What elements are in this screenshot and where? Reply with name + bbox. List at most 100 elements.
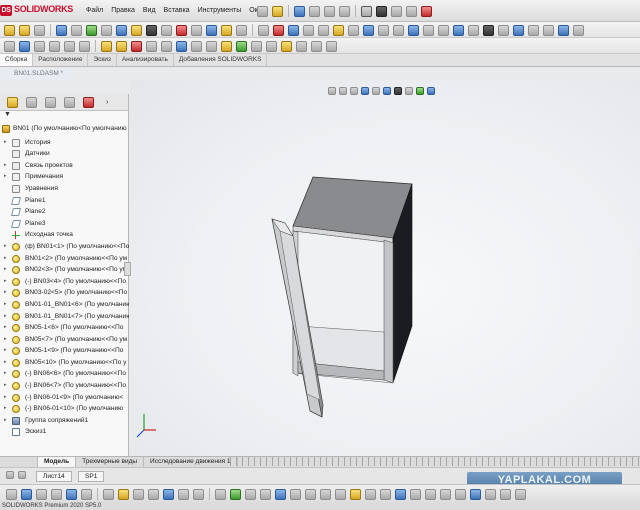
linear-pattern-icon[interactable]	[56, 24, 67, 36]
menu-insert[interactable]: Вставка	[164, 7, 190, 14]
reference-geometry-icon[interactable]	[131, 24, 142, 36]
hatch-icon[interactable]	[350, 488, 361, 500]
wire-icon[interactable]	[6, 488, 17, 500]
mass-properties-icon[interactable]	[318, 24, 329, 36]
print-icon[interactable]	[309, 5, 320, 17]
tree-item[interactable]: ▸ BN05<10> (По умолчанию<<По у	[0, 357, 129, 369]
view-orientation-icon[interactable]	[408, 24, 419, 36]
dimension-icon[interactable]	[215, 488, 226, 500]
sweep-icon[interactable]	[236, 40, 247, 52]
move-component-icon[interactable]	[86, 24, 97, 36]
support-icon[interactable]	[193, 488, 204, 500]
expand-arrow-icon[interactable]: ▸	[4, 368, 7, 380]
pin-icon[interactable]	[421, 5, 432, 17]
wrap-icon[interactable]	[281, 40, 292, 52]
solidworks-logo[interactable]: DS SOLIDWORKS	[0, 4, 73, 16]
document-tab[interactable]: BN01.SLDASM *	[0, 68, 72, 80]
expand-arrow-icon[interactable]: ▸	[4, 357, 7, 369]
rectangle-icon[interactable]	[49, 40, 60, 52]
mate-icon[interactable]	[34, 24, 45, 36]
tree-item[interactable]: ▸ (-) BN06<6> (По умолчанию<<По	[0, 368, 129, 380]
fitting-icon[interactable]	[81, 488, 92, 500]
tree-item[interactable]: ▸ BN01-01_BN01<6> (По умолчанию	[0, 299, 129, 311]
dome-icon[interactable]	[296, 40, 307, 52]
expand-arrow-icon[interactable]: ▸	[4, 380, 7, 392]
appearance-icon[interactable]	[363, 24, 374, 36]
note-icon[interactable]	[230, 488, 241, 500]
rebuild-icon[interactable]	[376, 5, 387, 17]
tree-item[interactable]: ▸ (-) BN03<4> (По умолчанию<<По	[0, 276, 129, 288]
display-manager-tab-icon[interactable]	[83, 96, 94, 108]
insert-component-icon[interactable]	[19, 24, 30, 36]
menu-edit[interactable]: Правка	[111, 7, 135, 14]
realview-icon[interactable]	[483, 24, 494, 36]
sheet-tab-list14[interactable]: Лист14	[36, 471, 72, 482]
assembly-features-icon[interactable]	[116, 24, 127, 36]
datum-icon[interactable]	[290, 488, 301, 500]
assembly-visualization-icon[interactable]	[333, 24, 344, 36]
scene-icon[interactable]	[468, 24, 479, 36]
section-view-icon[interactable]	[360, 87, 369, 95]
hide-show-icon[interactable]	[438, 24, 449, 36]
reducer-icon[interactable]	[163, 488, 174, 500]
tab-solidworks-addins[interactable]: Добавления SOLIDWORKS	[174, 54, 268, 66]
more-tools-icon[interactable]	[515, 488, 526, 500]
view-orientation-icon[interactable]	[382, 87, 391, 95]
previous-view-icon[interactable]	[349, 87, 358, 95]
tab-scroll-arrows[interactable]	[0, 457, 38, 467]
hole-alignment-icon[interactable]	[288, 24, 299, 36]
line-icon[interactable]	[34, 40, 45, 52]
tree-item[interactable]: ▸ (-) BN06-01<9> (По умолчанию<	[0, 392, 129, 404]
sheet-tab-sp1[interactable]: SP1	[78, 471, 105, 482]
circle-icon[interactable]	[64, 40, 75, 52]
tree-item[interactable]: Plane1	[0, 195, 129, 207]
exploded-view-icon[interactable]	[176, 24, 187, 36]
tree-item[interactable]: ▸ BN01<2> (По умолчанию<<По ум	[0, 253, 129, 265]
tab-3d-views[interactable]: Трехмерные виды	[76, 457, 145, 467]
surface-finish-icon[interactable]	[260, 488, 271, 500]
prev-sheet-icon[interactable]	[18, 471, 26, 479]
tree-item[interactable]: ▸ (-) BN06<7> (По умолчанию<<По	[0, 380, 129, 392]
view-settings-icon[interactable]	[558, 24, 569, 36]
centerline-icon[interactable]	[335, 488, 346, 500]
expand-arrow-icon[interactable]: ▸	[4, 276, 7, 288]
tree-item[interactable]: Эскиз1	[0, 426, 129, 438]
hide-show-items-icon[interactable]	[404, 87, 413, 95]
menu-view[interactable]: Вид	[143, 7, 156, 14]
tab-model[interactable]: Модель	[38, 457, 77, 467]
bill-of-materials-icon[interactable]	[161, 24, 172, 36]
panel-collapse-button[interactable]	[124, 262, 131, 276]
expand-arrow-icon[interactable]: ▸	[4, 311, 7, 323]
undo-icon[interactable]	[324, 5, 335, 17]
edit-appearance-icon[interactable]	[415, 87, 424, 95]
expand-arrow-icon[interactable]: ▸	[4, 264, 7, 276]
expand-arrow-icon[interactable]: ▸	[4, 160, 7, 172]
display-style-icon[interactable]	[423, 24, 434, 36]
layer-icon[interactable]	[485, 488, 496, 500]
balloon-icon[interactable]	[245, 488, 256, 500]
smart-fasteners-icon[interactable]	[71, 24, 82, 36]
update-speedpak-icon[interactable]	[206, 24, 217, 36]
take-snapshot-icon[interactable]	[221, 24, 232, 36]
feature-manager-tab-icon[interactable]	[7, 96, 18, 108]
table-icon[interactable]	[380, 488, 391, 500]
magnetic-line-icon[interactable]	[410, 488, 421, 500]
tree-item[interactable]: ▸ BN02<3> (По умолчанию<<По ум	[0, 264, 129, 276]
tree-root-assembly[interactable]: BN01 (По умолчанию<По умолчанию	[0, 123, 129, 135]
tree-filter[interactable]: ▼	[0, 111, 128, 123]
menu-tools[interactable]: Инструменты	[198, 7, 242, 14]
model-items-icon[interactable]	[425, 488, 436, 500]
connector-icon[interactable]	[51, 488, 62, 500]
large-assembly-icon[interactable]	[236, 24, 247, 36]
options-gear-icon[interactable]	[406, 5, 417, 17]
measure-icon[interactable]	[303, 24, 314, 36]
valve-icon[interactable]	[178, 488, 189, 500]
zoom-to-area-icon[interactable]	[338, 87, 347, 95]
clearance-icon[interactable]	[273, 24, 284, 36]
save-icon[interactable]	[294, 5, 305, 17]
display-style-icon[interactable]	[393, 87, 402, 95]
sketch-icon[interactable]	[4, 40, 15, 52]
expand-arrow-icon[interactable]: ▸	[4, 345, 7, 357]
elbow-icon[interactable]	[133, 488, 144, 500]
tree-item[interactable]: ▸ BN05-1<6> (По умолчанию<<По	[0, 322, 129, 334]
